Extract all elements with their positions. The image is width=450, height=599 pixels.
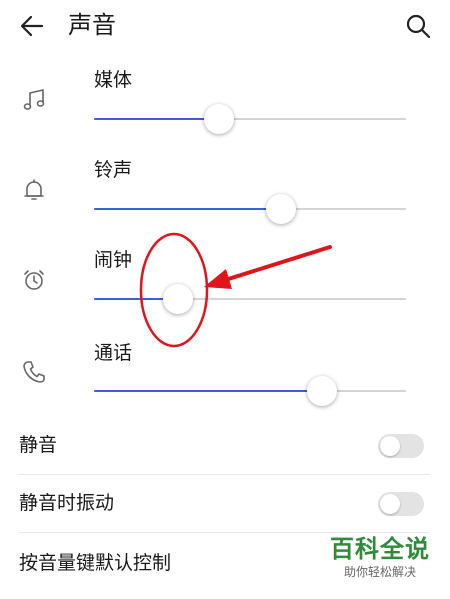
watermark-title: 百科全说 bbox=[330, 535, 430, 563]
search-button[interactable] bbox=[400, 8, 436, 44]
ringtone-volume-slider[interactable] bbox=[94, 191, 406, 227]
volume-label-ringtone: 铃声 bbox=[94, 159, 133, 181]
toggle-label-vibrate: 静音时振动 bbox=[19, 492, 115, 514]
media-volume-slider[interactable] bbox=[94, 101, 406, 137]
slider-fill bbox=[94, 118, 219, 120]
watermark-logo: 百科全说 助你轻松解决 bbox=[324, 534, 436, 580]
toggle-label-mute: 静音 bbox=[19, 434, 58, 456]
bell-icon bbox=[19, 175, 49, 205]
slider-fill bbox=[94, 390, 322, 392]
volume-row-ringtone: 铃声 bbox=[0, 148, 450, 238]
slider-thumb[interactable] bbox=[163, 284, 194, 314]
music-note-icon bbox=[19, 85, 49, 115]
back-button[interactable] bbox=[14, 8, 50, 44]
slider-thumb[interactable] bbox=[203, 104, 234, 134]
slider-fill bbox=[94, 208, 282, 210]
phone-icon bbox=[19, 357, 49, 387]
call-volume-slider[interactable] bbox=[94, 373, 406, 409]
search-icon bbox=[406, 14, 431, 39]
volume-label-alarm: 闹钟 bbox=[94, 249, 133, 271]
toggle-row-vibrate[interactable]: 静音时振动 bbox=[0, 475, 450, 531]
volume-row-alarm: 闹钟 bbox=[0, 238, 450, 328]
slider-thumb[interactable] bbox=[306, 376, 337, 406]
watermark-subtitle: 助你轻松解决 bbox=[343, 565, 416, 579]
volume-key-control-label: 按音量键默认控制 bbox=[19, 552, 172, 574]
mute-switch[interactable] bbox=[378, 434, 424, 458]
volume-label-media: 媒体 bbox=[94, 69, 133, 91]
vibrate-on-mute-switch[interactable] bbox=[378, 492, 424, 516]
volume-row-media: 媒体 bbox=[0, 58, 450, 148]
switch-knob bbox=[380, 494, 400, 514]
slider-thumb[interactable] bbox=[266, 194, 297, 224]
volume-row-call: 通话 bbox=[0, 328, 450, 418]
header-bar: 声音 bbox=[0, 0, 450, 52]
sound-settings-screen: 声音 媒体 铃声 闹钟 通话 静音 静音时振动 按音量键默认控制 百科全说 助你… bbox=[0, 0, 450, 599]
alarm-volume-slider[interactable] bbox=[94, 281, 406, 317]
alarm-clock-icon bbox=[19, 265, 49, 295]
switch-knob bbox=[380, 436, 400, 456]
arrow-left-icon bbox=[20, 15, 44, 37]
volume-label-call: 通话 bbox=[94, 342, 133, 364]
toggle-row-mute[interactable]: 静音 bbox=[0, 417, 450, 473]
page-title: 声音 bbox=[68, 11, 116, 39]
